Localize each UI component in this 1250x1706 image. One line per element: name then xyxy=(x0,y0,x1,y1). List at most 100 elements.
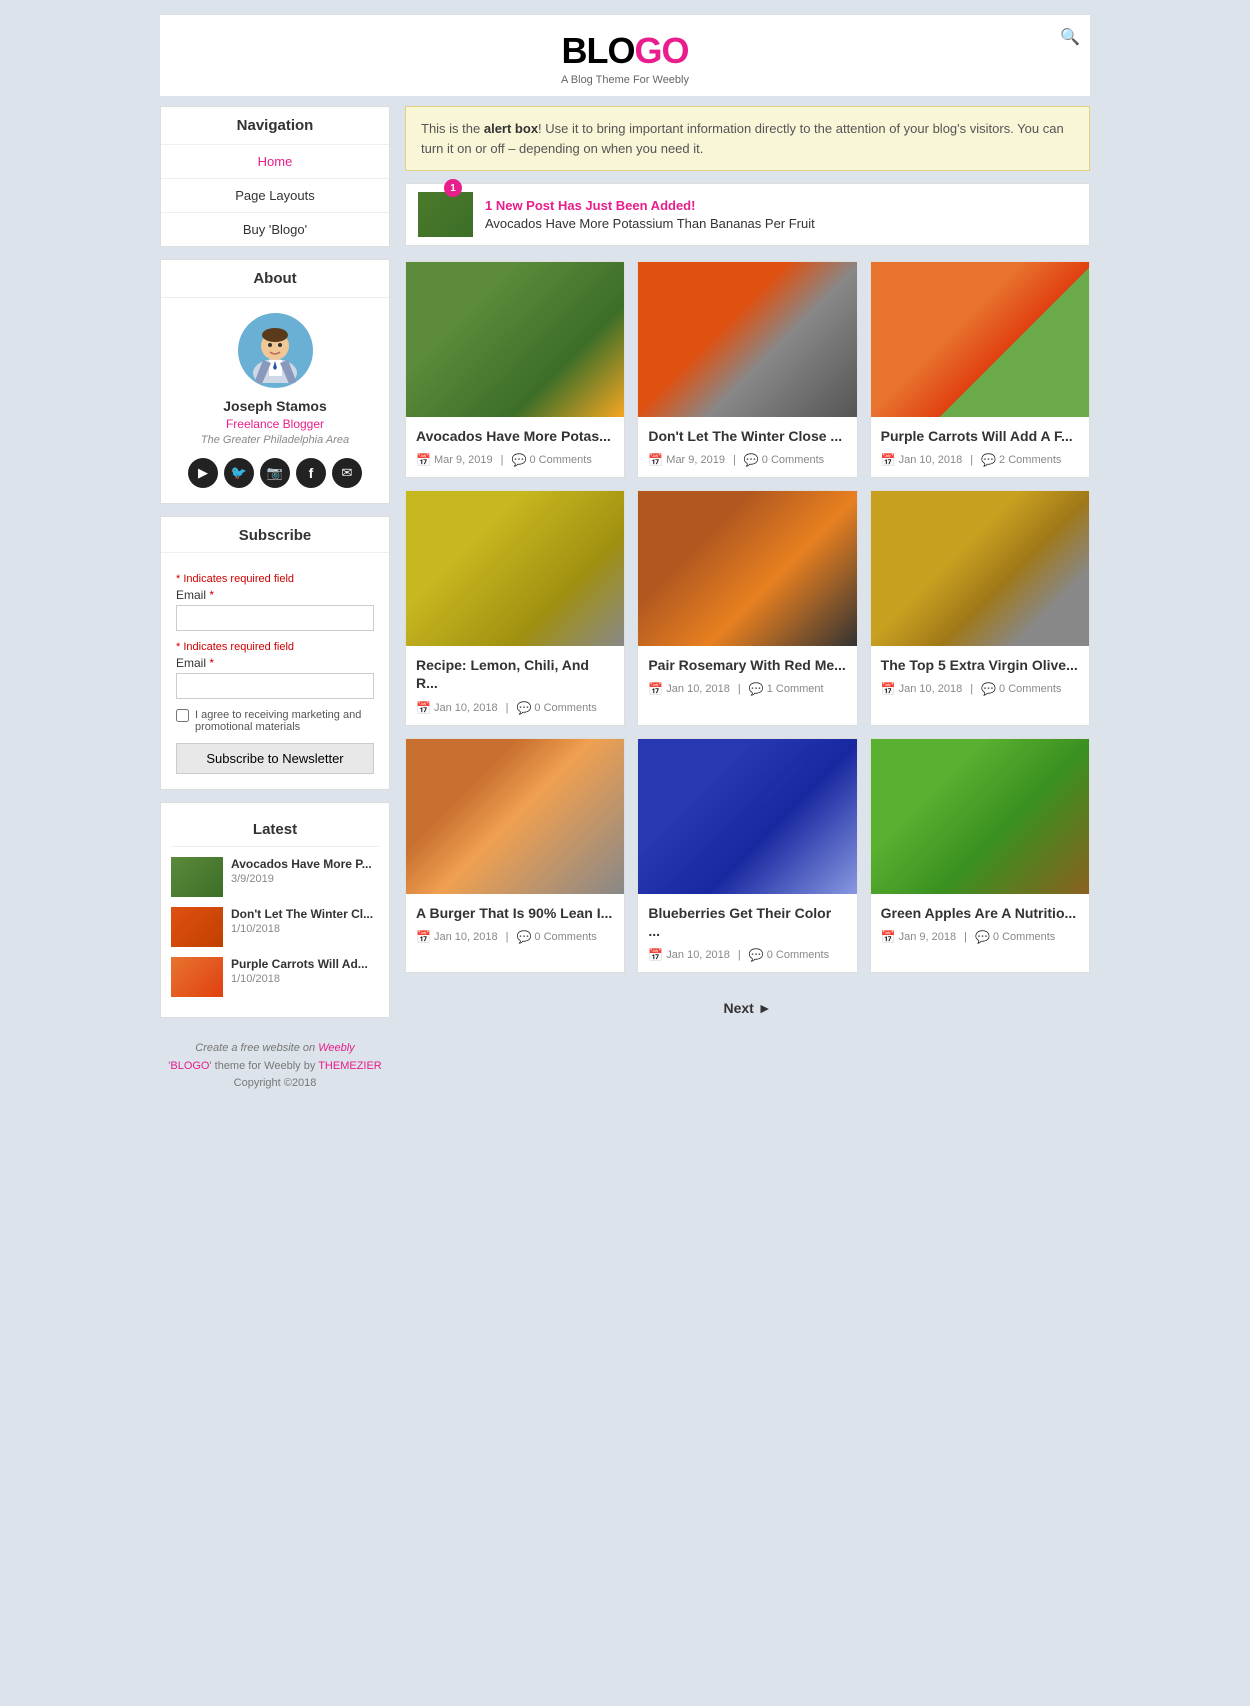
pagination: Next ► xyxy=(405,985,1090,1031)
comment-icon: 💬 xyxy=(981,682,996,696)
required-label-2: * Indicates required field xyxy=(176,641,374,653)
post-body-5: Pair Rosemary With Red Me... 📅 Jan 10, 2… xyxy=(638,646,856,706)
list-item[interactable]: Purple Carrots Will Ad... 1/10/2018 xyxy=(171,957,379,997)
calendar-icon: 📅 xyxy=(881,453,896,467)
post-body-1: Avocados Have More Potas... 📅 Mar 9, 201… xyxy=(406,417,624,477)
alert-box: This is the alert box! Use it to bring i… xyxy=(405,106,1090,171)
about-box: About xyxy=(160,259,390,504)
nav-item-buy-blogo[interactable]: Buy 'Blogo' xyxy=(161,213,389,246)
latest-info-3: Purple Carrots Will Ad... 1/10/2018 xyxy=(231,957,379,985)
post-date-1: 📅 Mar 9, 2019 xyxy=(416,453,493,467)
latest-date-2: 1/10/2018 xyxy=(231,923,379,935)
author-name: Joseph Stamos xyxy=(171,398,379,414)
list-item[interactable]: Don't Let The Winter Cl... 1/10/2018 xyxy=(171,907,379,947)
social-icon-twitter[interactable]: 🐦 xyxy=(224,458,254,488)
nav-links: Home Page Layouts Buy 'Blogo' xyxy=(161,145,389,246)
calendar-icon: 📅 xyxy=(648,682,663,696)
comment-icon: 💬 xyxy=(516,930,531,944)
post-meta-2: 📅 Mar 9, 2019 | 💬 0 Comments xyxy=(648,453,846,467)
navigation-box: Navigation Home Page Layouts Buy 'Blogo' xyxy=(160,106,390,247)
social-icon-youtube[interactable]: ▶ xyxy=(188,458,218,488)
post-comments-9: 💬 0 Comments xyxy=(975,930,1055,944)
logo-blo: BLO xyxy=(561,30,634,71)
post-body-2: Don't Let The Winter Close ... 📅 Mar 9, … xyxy=(638,417,856,477)
marketing-checkbox[interactable] xyxy=(176,709,189,722)
social-icon-facebook[interactable]: f xyxy=(296,458,326,488)
post-meta-3: 📅 Jan 10, 2018 | 💬 2 Comments xyxy=(881,453,1079,467)
post-card[interactable]: Blueberries Get Their Color ... 📅 Jan 10… xyxy=(637,738,857,973)
nav-link-buy-blogo[interactable]: Buy 'Blogo' xyxy=(243,222,307,237)
calendar-icon: 📅 xyxy=(648,453,663,467)
new-post-banner[interactable]: 1 1 New Post Has Just Been Added! Avocad… xyxy=(405,183,1090,246)
latest-post-title-2: Don't Let The Winter Cl... xyxy=(231,907,379,923)
navigation-title: Navigation xyxy=(161,107,389,145)
logo-go: GO xyxy=(634,30,688,71)
post-card[interactable]: A Burger That Is 90% Lean I... 📅 Jan 10,… xyxy=(405,738,625,973)
email-input-1[interactable] xyxy=(176,605,374,631)
post-meta-8: 📅 Jan 10, 2018 | 💬 0 Comments xyxy=(648,948,846,962)
post-comments-7: 💬 0 Comments xyxy=(516,930,596,944)
new-post-label: 1 New Post Has Just Been Added! xyxy=(485,198,815,213)
nav-link-home[interactable]: Home xyxy=(258,154,293,169)
email-input-2[interactable] xyxy=(176,673,374,699)
comment-icon: 💬 xyxy=(749,948,764,962)
sidebar-footer: Create a free website on Weebly 'BLOGO' … xyxy=(160,1030,390,1103)
post-date-6: 📅 Jan 10, 2018 xyxy=(881,682,963,696)
subscribe-button[interactable]: Subscribe to Newsletter xyxy=(176,743,374,774)
nav-item-page-layouts[interactable]: Page Layouts xyxy=(161,179,389,213)
calendar-icon: 📅 xyxy=(648,948,663,962)
new-post-info: 1 New Post Has Just Been Added! Avocados… xyxy=(485,198,815,231)
sidebar: Navigation Home Page Layouts Buy 'Blogo'… xyxy=(160,106,390,1103)
latest-info-2: Don't Let The Winter Cl... 1/10/2018 xyxy=(231,907,379,935)
post-body-7: A Burger That Is 90% Lean I... 📅 Jan 10,… xyxy=(406,894,624,954)
social-icon-email[interactable]: ✉ xyxy=(332,458,362,488)
post-body-9: Green Apples Are A Nutritio... 📅 Jan 9, … xyxy=(871,894,1089,954)
post-image-6 xyxy=(871,491,1089,646)
checkbox-row: I agree to receiving marketing and promo… xyxy=(176,709,374,733)
post-title-4: Recipe: Lemon, Chili, And R... xyxy=(416,656,614,692)
latest-date-3: 1/10/2018 xyxy=(231,973,379,985)
nav-link-page-layouts[interactable]: Page Layouts xyxy=(235,188,315,203)
blogo-link[interactable]: BLOGO xyxy=(170,1060,209,1072)
post-body-6: The Top 5 Extra Virgin Olive... 📅 Jan 10… xyxy=(871,646,1089,706)
post-image-1 xyxy=(406,262,624,417)
email-label-2: Email * xyxy=(176,656,374,670)
comment-icon: 💬 xyxy=(975,930,990,944)
post-date-4: 📅 Jan 10, 2018 xyxy=(416,701,498,715)
post-comments-5: 💬 1 Comment xyxy=(749,682,824,696)
latest-title: Latest xyxy=(171,813,379,847)
latest-info-1: Avocados Have More P... 3/9/2019 xyxy=(231,857,379,885)
post-image-7 xyxy=(406,739,624,894)
social-icon-instagram[interactable]: 📷 xyxy=(260,458,290,488)
weebly-link[interactable]: Weebly xyxy=(318,1042,354,1054)
nav-item-home[interactable]: Home xyxy=(161,145,389,179)
post-card[interactable]: Recipe: Lemon, Chili, And R... 📅 Jan 10,… xyxy=(405,490,625,725)
social-icons: ▶ 🐦 📷 f ✉ xyxy=(171,458,379,488)
post-card[interactable]: Purple Carrots Will Add A F... 📅 Jan 10,… xyxy=(870,261,1090,478)
post-title-5: Pair Rosemary With Red Me... xyxy=(648,656,846,674)
post-meta-1: 📅 Mar 9, 2019 | 💬 0 Comments xyxy=(416,453,614,467)
post-meta-5: 📅 Jan 10, 2018 | 💬 1 Comment xyxy=(648,682,846,696)
search-icon[interactable]: 🔍 xyxy=(1060,27,1080,47)
post-card[interactable]: Don't Let The Winter Close ... 📅 Mar 9, … xyxy=(637,261,857,478)
post-comments-4: 💬 0 Comments xyxy=(516,701,596,715)
subscribe-box: Subscribe * Indicates required field Ema… xyxy=(160,516,390,790)
post-card[interactable]: The Top 5 Extra Virgin Olive... 📅 Jan 10… xyxy=(870,490,1090,725)
themezier-link[interactable]: THEMEZIER xyxy=(318,1060,382,1072)
subscribe-form: * Indicates required field Email * * Ind… xyxy=(161,563,389,789)
latest-box: Latest Avocados Have More P... 3/9/2019 … xyxy=(160,802,390,1018)
list-item[interactable]: Avocados Have More P... 3/9/2019 xyxy=(171,857,379,897)
latest-post-title-1: Avocados Have More P... xyxy=(231,857,379,873)
post-date-5: 📅 Jan 10, 2018 xyxy=(648,682,730,696)
post-date-3: 📅 Jan 10, 2018 xyxy=(881,453,963,467)
post-card[interactable]: Pair Rosemary With Red Me... 📅 Jan 10, 2… xyxy=(637,490,857,725)
site-logo: BLOGO xyxy=(170,30,1080,72)
post-card[interactable]: Green Apples Are A Nutritio... 📅 Jan 9, … xyxy=(870,738,1090,973)
post-image-9 xyxy=(871,739,1089,894)
comment-icon: 💬 xyxy=(516,701,531,715)
post-card[interactable]: Avocados Have More Potas... 📅 Mar 9, 201… xyxy=(405,261,625,478)
post-date-7: 📅 Jan 10, 2018 xyxy=(416,930,498,944)
next-page-link[interactable]: Next ► xyxy=(723,1000,771,1016)
post-comments-8: 💬 0 Comments xyxy=(749,948,829,962)
post-title-7: A Burger That Is 90% Lean I... xyxy=(416,904,614,922)
